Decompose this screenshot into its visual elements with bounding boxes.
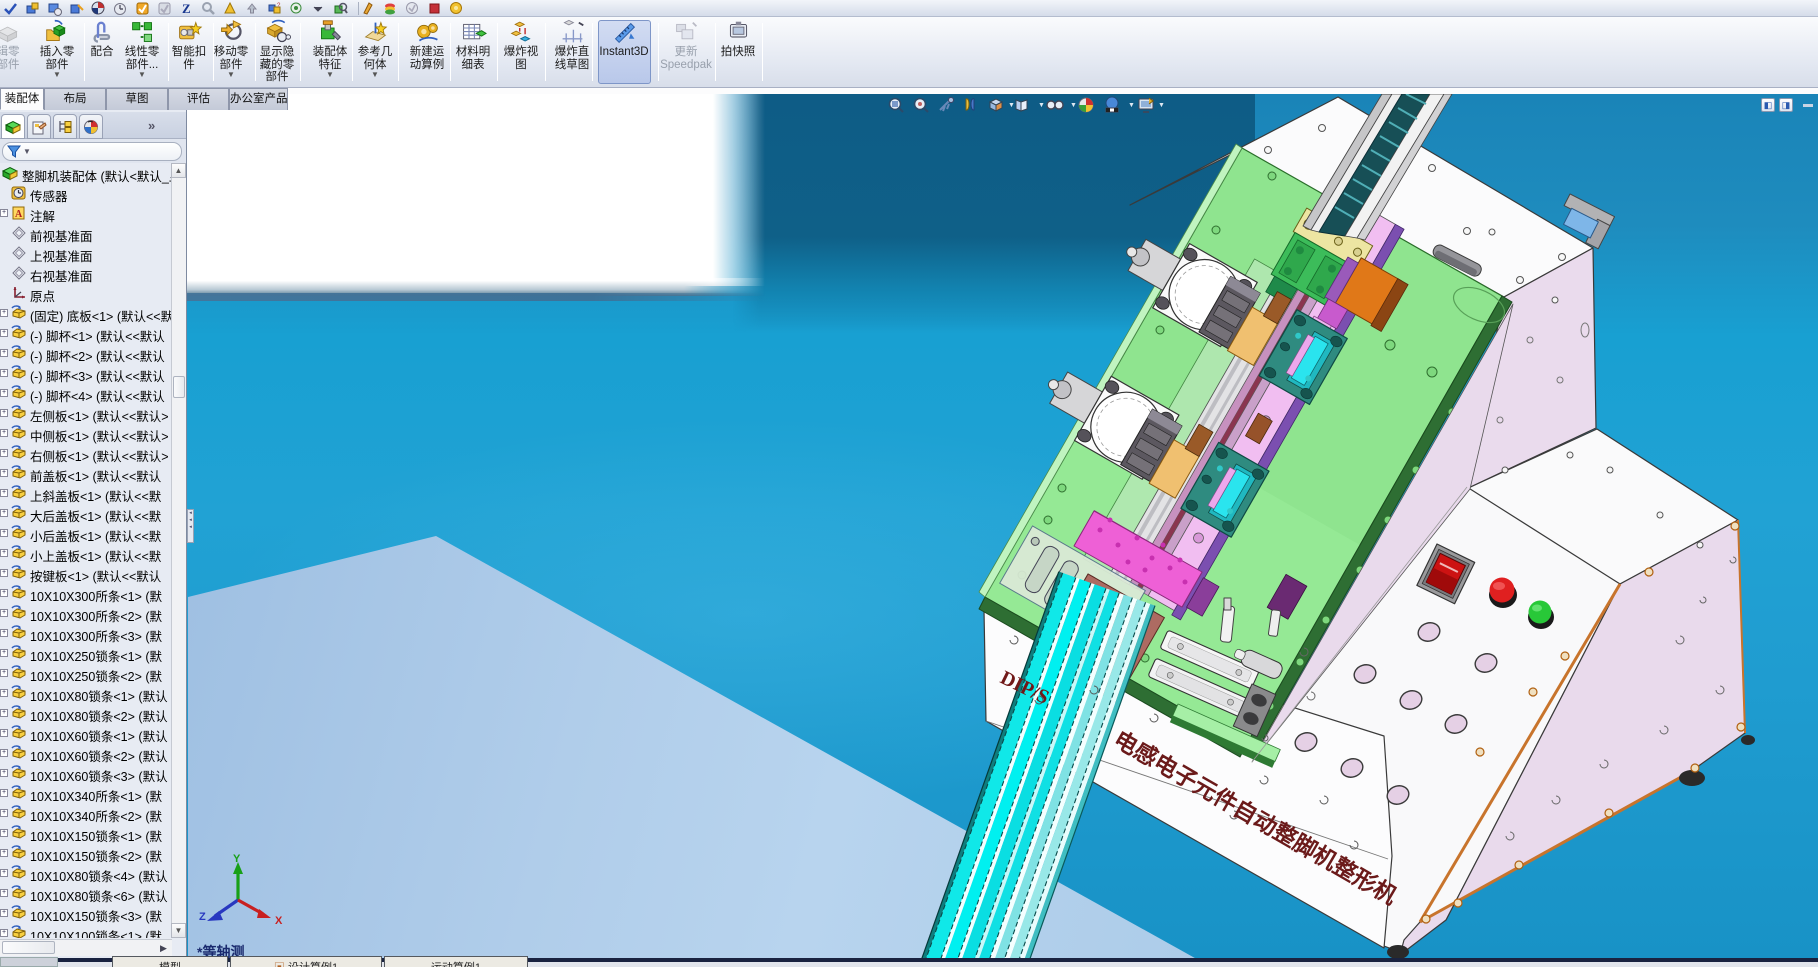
svg-text:Y: Y <box>233 854 241 865</box>
svg-text:Z: Z <box>182 1 191 16</box>
svg-text:X: X <box>275 915 283 927</box>
svg-text:A: A <box>15 209 23 220</box>
svg-text:Z: Z <box>199 911 206 923</box>
